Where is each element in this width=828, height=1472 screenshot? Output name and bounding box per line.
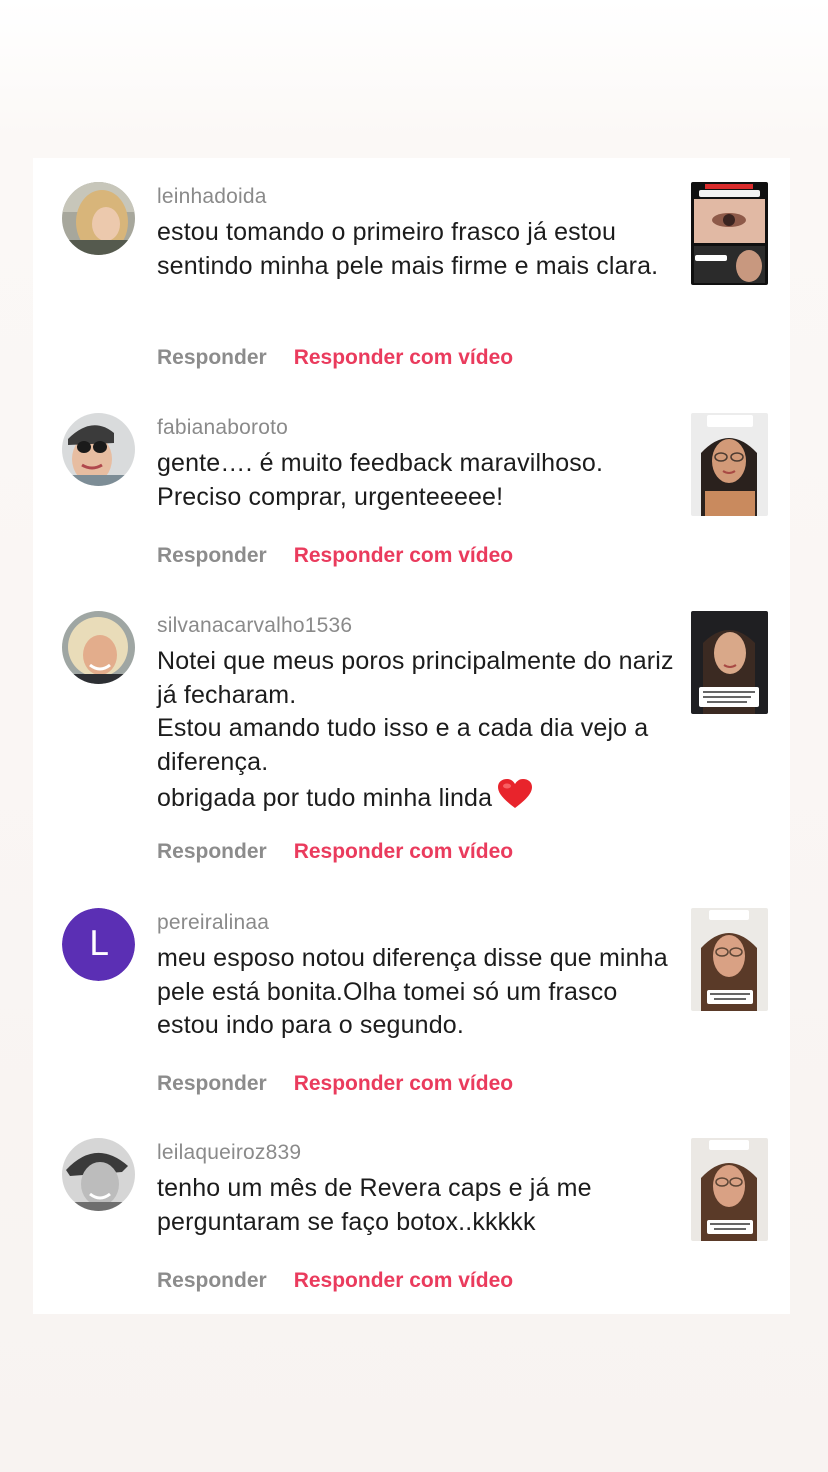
comment-text: tenho um mês de Revera caps e já me perg… xyxy=(157,1174,592,1236)
video-thumbnail[interactable] xyxy=(691,908,768,1011)
reply-with-video-button[interactable]: Responder com vídeo xyxy=(294,544,513,567)
avatar[interactable] xyxy=(62,1138,135,1211)
avatar[interactable] xyxy=(62,413,135,486)
comment-actions: Responder Responder com vídeo xyxy=(157,840,513,864)
comment-text-content: Notei que meus poros principalmente do n… xyxy=(157,647,674,812)
comment-actions: Responder Responder com vídeo xyxy=(157,1269,513,1293)
comment-actions: Responder Responder com vídeo xyxy=(157,1072,513,1096)
comment-text: estou tomando o primeiro frasco já estou… xyxy=(157,218,659,280)
comment-text: gente…. é muito feedback maravilhoso. Pr… xyxy=(157,449,604,511)
comments-list: leinhadoida estou tomando o primeiro fra… xyxy=(33,158,790,1314)
comment-username[interactable]: pereiralinaa xyxy=(157,911,269,935)
reply-with-video-button[interactable]: Responder com vídeo xyxy=(294,840,513,863)
avatar[interactable] xyxy=(62,182,135,255)
comment-actions: Responder Responder com vídeo xyxy=(157,544,513,568)
video-thumbnail[interactable] xyxy=(691,182,768,285)
comment-actions: Responder Responder com vídeo xyxy=(157,346,513,370)
video-thumbnail[interactable] xyxy=(691,1138,768,1241)
reply-button[interactable]: Responder xyxy=(157,346,267,369)
reply-with-video-button[interactable]: Responder com vídeo xyxy=(294,1072,513,1095)
avatar[interactable]: L xyxy=(62,908,135,981)
reply-button[interactable]: Responder xyxy=(157,840,267,863)
reply-with-video-button[interactable]: Responder com vídeo xyxy=(294,346,513,369)
reply-button[interactable]: Responder xyxy=(157,544,267,567)
reply-with-video-button[interactable]: Responder com vídeo xyxy=(294,1269,513,1292)
reply-button[interactable]: Responder xyxy=(157,1072,267,1095)
reply-button[interactable]: Responder xyxy=(157,1269,267,1292)
comment-username[interactable]: leilaqueiroz839 xyxy=(157,1141,301,1165)
comment-text: meu esposo notou diferença disse que min… xyxy=(157,944,668,1039)
video-thumbnail[interactable] xyxy=(691,413,768,516)
letter-avatar: L xyxy=(62,908,135,981)
video-thumbnail[interactable] xyxy=(691,611,768,714)
comment-username[interactable]: leinhadoida xyxy=(157,185,267,209)
comment-text: Notei que meus poros principalmente do n… xyxy=(157,645,677,819)
avatar[interactable] xyxy=(62,611,135,684)
heart-emoji-icon xyxy=(498,779,533,819)
comment-username[interactable]: fabianaboroto xyxy=(157,416,288,440)
comment-username[interactable]: silvanacarvalho1536 xyxy=(157,614,352,638)
